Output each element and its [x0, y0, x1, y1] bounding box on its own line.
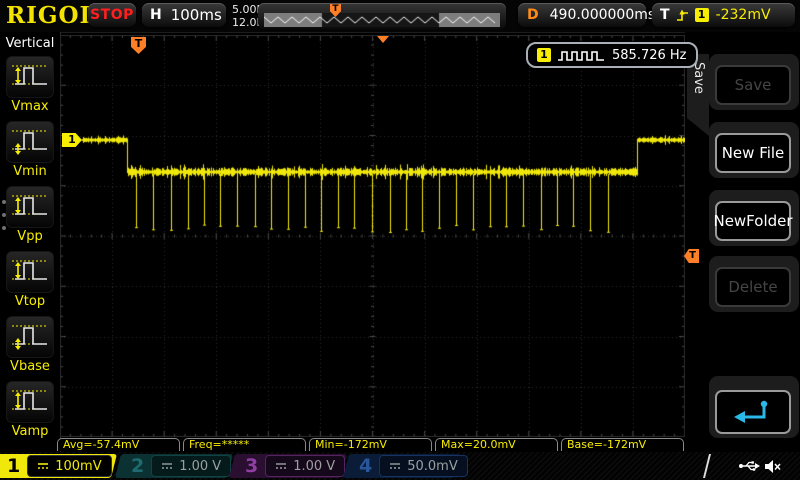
- measurement-readout-row: Avg=-57.4mV Freq=***** Min=-172mV Max=20…: [57, 438, 697, 451]
- timebase-value: 100ms: [170, 6, 222, 24]
- sidebar-item-label: Vtop: [14, 294, 46, 309]
- sidebar-title: Vertical: [5, 36, 55, 51]
- frequency-counter-badge: 1 585.726 Hz: [526, 42, 698, 68]
- top-status-bar: RIGOL STOP H 100ms 5.00MSa/s 12.0M pts T…: [0, 0, 800, 33]
- run-state-button[interactable]: STOP: [88, 3, 136, 27]
- sidebar-item-label: Vpp: [17, 229, 43, 244]
- menu-slot-2: New File: [709, 122, 799, 178]
- vmin-pulse-icon: [6, 121, 54, 163]
- channel-2-chip[interactable]: 2 1.00 V: [115, 454, 233, 478]
- sidebar-item-vmin[interactable]: Vmin: [0, 121, 60, 179]
- channel-1-number: 1: [7, 455, 21, 477]
- delay-value: 490.000000ms: [549, 7, 656, 23]
- sidebar-item-vamp[interactable]: Vamp: [0, 381, 60, 439]
- vpp-pulse-icon: [6, 186, 54, 228]
- sidebar-item-label: Vbase: [10, 359, 50, 374]
- waveform-preview-canvas: [264, 13, 500, 27]
- new-folder-button[interactable]: NewFolder: [713, 201, 793, 241]
- vmax-pulse-icon: [6, 56, 54, 98]
- measurement-base[interactable]: Base=-172mV: [561, 438, 684, 451]
- menu-slot-4: Delete: [709, 256, 799, 312]
- square-wave-icon: [558, 50, 604, 61]
- menu-slot-1: Save: [709, 54, 799, 110]
- channel-3-chip[interactable]: 3 1.00 V: [229, 454, 347, 478]
- horizontal-timebase-box[interactable]: H 100ms: [142, 3, 226, 27]
- channel-2-scale: 1.00 V: [179, 458, 222, 474]
- sidebar-item-vmax[interactable]: Vmax: [0, 56, 60, 114]
- d-label: D: [527, 7, 539, 23]
- vbase-pulse-icon: [6, 316, 54, 358]
- channel-3-scale: 1.00 V: [293, 458, 336, 474]
- measurement-freq[interactable]: Freq=*****: [183, 438, 306, 451]
- menu-slot-back: [709, 376, 799, 438]
- measurement-avg[interactable]: Avg=-57.4mV: [57, 438, 180, 451]
- status-bar-divider: [703, 454, 711, 478]
- speaker-muted-icon[interactable]: [764, 459, 782, 474]
- vtop-pulse-icon: [6, 251, 54, 293]
- channel-4-number: 4: [359, 455, 373, 477]
- trigger-status-box[interactable]: T 1 -232mV: [652, 3, 795, 27]
- delete-button[interactable]: Delete: [715, 267, 791, 307]
- vamp-pulse-icon: [6, 381, 54, 423]
- new-file-button[interactable]: New File: [715, 133, 791, 173]
- sidebar-item-label: Vamp: [11, 424, 49, 439]
- sidebar-item-vtop[interactable]: Vtop: [0, 251, 60, 309]
- delay-box[interactable]: D 490.000000ms: [518, 3, 655, 27]
- sidebar-item-label: Vmin: [13, 164, 47, 179]
- channel-4-scale: 50.0mV: [407, 458, 458, 474]
- run-state-label: STOP: [90, 7, 134, 23]
- channel-3-number: 3: [245, 455, 259, 477]
- return-arrow-icon: [734, 400, 768, 423]
- channel-2-number: 2: [131, 455, 145, 477]
- t-label: T: [660, 7, 670, 23]
- rigol-logo: RIGOL: [6, 2, 97, 29]
- measurement-max[interactable]: Max=20.0mV: [435, 438, 558, 451]
- dc-coupling-icon: [162, 463, 173, 469]
- rising-edge-icon: [676, 9, 688, 21]
- channel-1-scale: 100mV: [55, 458, 102, 474]
- sidebar-item-vpp[interactable]: Vpp: [0, 186, 60, 244]
- sidebar-item-label: Vmax: [11, 99, 49, 114]
- freq-counter-channel-badge: 1: [537, 48, 551, 62]
- dc-coupling-icon: [276, 463, 287, 469]
- channel-4-chip[interactable]: 4 50.0mV: [343, 454, 468, 478]
- waveform-preview-bar[interactable]: T: [258, 3, 506, 29]
- save-menu-panel: Save Save New File NewFolder Delete: [685, 32, 800, 452]
- back-button[interactable]: [715, 390, 791, 434]
- dc-coupling-icon: [390, 463, 401, 469]
- measurement-min[interactable]: Min=-172mV: [309, 438, 432, 451]
- menu-scroll-indicator: [2, 200, 6, 239]
- sidebar-item-vbase[interactable]: Vbase: [0, 316, 60, 374]
- oscilloscope-screen: RIGOL STOP H 100ms 5.00MSa/s 12.0M pts T…: [0, 0, 800, 480]
- trigger-level-value: -232mV: [715, 7, 771, 23]
- menu-tab-label: Save: [691, 62, 706, 94]
- waveform-grid-canvas: [60, 35, 685, 437]
- trigger-source-badge: 1: [694, 8, 709, 22]
- dc-coupling-icon: [38, 463, 49, 469]
- waveform-display: 1 T T 1 585.726 Hz Avg=-57.4mV Freq=****…: [57, 32, 699, 452]
- menu-slot-3: NewFolder: [709, 190, 799, 246]
- save-button[interactable]: Save: [715, 65, 791, 105]
- channel-status-bar: 1 100mV 2 1.00 V 3 1.00 V 4 50.0mV: [0, 452, 800, 480]
- usb-icon[interactable]: [738, 459, 762, 473]
- freq-counter-value: 585.726 Hz: [612, 47, 687, 63]
- h-label: H: [150, 7, 162, 23]
- channel-1-chip[interactable]: 1 100mV: [0, 454, 117, 478]
- vertical-measure-sidebar: Vertical Vmax Vmin Vpp Vtop Vbase Vamp: [0, 32, 61, 452]
